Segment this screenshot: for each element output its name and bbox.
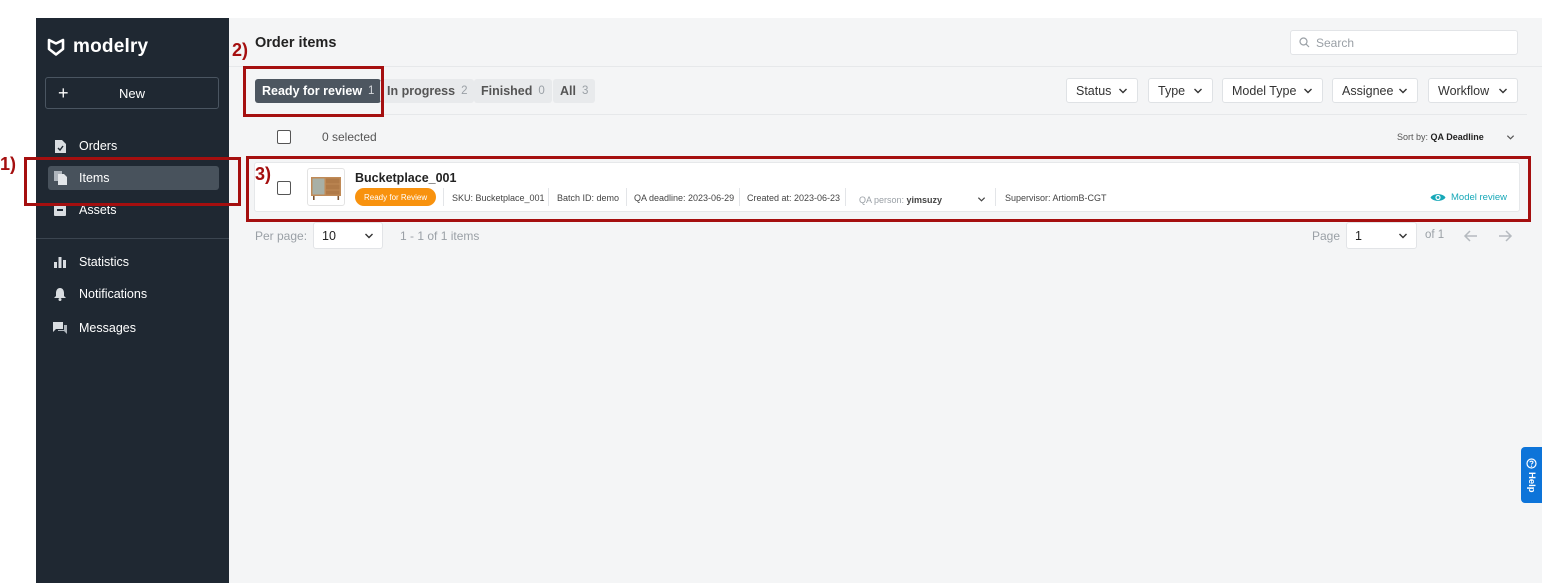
page-value: 1: [1355, 228, 1362, 243]
page-count: of 1: [1425, 229, 1445, 241]
bell-icon: [53, 287, 67, 301]
sidebar-item-label: Messages: [79, 321, 136, 335]
document-icon: [53, 139, 67, 153]
toolbar-divider: [244, 114, 1527, 115]
annotation-box-2: [243, 66, 384, 117]
items-range: 1 - 1 of 1 items: [400, 229, 480, 243]
filter-label: Status: [1076, 83, 1112, 98]
bar-chart-icon: [53, 255, 67, 269]
tab-label: Finished: [481, 84, 533, 98]
main-content: Order items Ready for review1 In progres…: [229, 18, 1542, 583]
per-page-label: Per page:: [255, 229, 308, 243]
search-input[interactable]: [1316, 35, 1506, 50]
sidebar-item-orders[interactable]: Orders: [48, 134, 219, 158]
per-page-select[interactable]: 10: [313, 222, 383, 249]
annotation-box-3: [246, 156, 1531, 222]
sidebar-item-statistics[interactable]: Statistics: [48, 250, 219, 274]
filter-label: Type: [1158, 83, 1186, 98]
header-divider: [229, 66, 1542, 67]
filter-label: Assignee: [1342, 83, 1394, 98]
annotation-label-1: 1): [0, 154, 17, 174]
filter-label: Workflow: [1438, 83, 1490, 98]
tab-label: In progress: [387, 84, 456, 98]
tab-label: All: [560, 84, 576, 98]
sort-label: Sort by:: [1397, 132, 1429, 142]
per-page-value: 10: [322, 228, 336, 243]
sidebar-item-notifications[interactable]: Notifications: [48, 282, 219, 306]
help-button[interactable]: Help: [1521, 447, 1542, 503]
sidebar-divider: [36, 238, 229, 239]
arrow-right-icon[interactable]: [1497, 228, 1513, 244]
brand-name: modelry: [73, 36, 149, 57]
workflow-filter[interactable]: Workflow: [1428, 78, 1518, 103]
page-title: Order items: [255, 35, 337, 51]
selected-count: 0 selected: [322, 130, 377, 144]
tab-in-progress[interactable]: In progress 2: [380, 79, 475, 103]
chevron-down-icon: [1399, 233, 1407, 238]
sidebar-item-label: Statistics: [79, 255, 130, 269]
chat-icon: [53, 321, 67, 335]
chevron-down-icon: [1399, 88, 1407, 93]
annotation-box-1: [24, 157, 241, 206]
type-filter[interactable]: Type: [1148, 78, 1213, 103]
chevron-down-icon: [1119, 88, 1127, 93]
page-select[interactable]: 1: [1346, 222, 1417, 249]
help-circle-icon: [1526, 458, 1537, 469]
model-type-filter[interactable]: Model Type: [1222, 78, 1323, 103]
filter-label: Model Type: [1232, 83, 1297, 98]
annotation-label-3: 3): [255, 164, 272, 184]
tab-count: 3: [581, 85, 589, 97]
chevron-down-icon: [1499, 88, 1507, 93]
tab-count: 2: [461, 85, 468, 97]
chevron-down-icon: [1194, 88, 1202, 93]
logo[interactable]: modelry: [46, 36, 148, 58]
chevron-down-icon: [365, 233, 373, 238]
sidebar-item-messages[interactable]: Messages: [48, 316, 219, 340]
new-button[interactable]: + New: [45, 77, 219, 109]
page-label: Page: [1312, 229, 1341, 243]
tab-count: 0: [538, 85, 545, 97]
sidebar-item-label: Orders: [79, 139, 118, 153]
annotation-label-2: 2): [232, 40, 249, 60]
tab-finished[interactable]: Finished 0: [474, 79, 552, 103]
sidebar-item-label: Notifications: [79, 287, 148, 301]
modelry-logo-icon: [47, 38, 65, 56]
sort-value: QA Deadline: [1430, 132, 1484, 142]
search-icon: [1299, 37, 1310, 48]
sidebar: modelry + New Orders Items Assets Statis…: [36, 18, 229, 583]
chevron-down-icon[interactable]: [1506, 133, 1515, 142]
tab-all[interactable]: All 3: [553, 79, 596, 103]
help-label: Help: [1526, 471, 1537, 493]
arrow-left-icon[interactable]: [1463, 228, 1479, 244]
sort-by[interactable]: Sort by: QA Deadline: [1397, 132, 1484, 142]
assignee-filter[interactable]: Assignee: [1332, 78, 1418, 103]
search-box[interactable]: [1290, 30, 1518, 55]
new-button-label: New: [118, 85, 145, 101]
select-all-checkbox[interactable]: [277, 130, 291, 144]
plus-icon: +: [58, 83, 69, 103]
status-filter[interactable]: Status: [1066, 78, 1138, 103]
chevron-down-icon: [1304, 88, 1312, 93]
